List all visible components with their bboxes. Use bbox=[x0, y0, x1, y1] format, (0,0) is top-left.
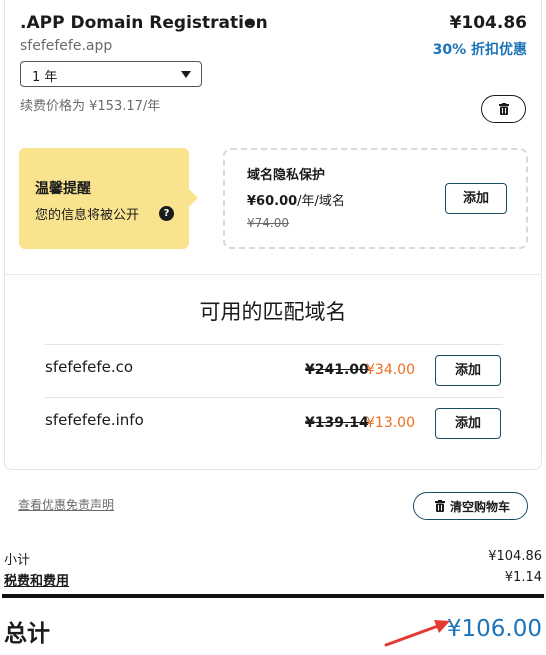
tax-fees-link[interactable]: 税费和费用 bbox=[4, 570, 69, 589]
item-price: ¥104.86 bbox=[449, 13, 527, 33]
discount-badge: 30% 折扣优惠 bbox=[432, 42, 527, 58]
tax-fees-value: ¥1.14 bbox=[504, 570, 542, 585]
reminder-callout: 温馨提醒 您的信息将被公开 ? bbox=[19, 148, 198, 249]
reminder-title: 温馨提醒 bbox=[35, 181, 91, 197]
total-label: 总计 bbox=[4, 621, 50, 647]
privacy-price: ¥60.00 bbox=[247, 194, 298, 209]
available-domains-title: 可用的匹配域名 bbox=[199, 300, 347, 324]
privacy-price-unit: /年/域名 bbox=[297, 194, 345, 209]
privacy-protection-box: 域名隐私保护 ¥60.00/年/域名 ¥74.00 添加 bbox=[223, 148, 528, 249]
privacy-title: 域名隐私保护 bbox=[247, 168, 326, 183]
subtotal-label: 小计 bbox=[4, 553, 31, 568]
trash-icon bbox=[435, 500, 445, 512]
trash-icon bbox=[499, 103, 509, 115]
suggested-domain-price: ¥34.00 bbox=[366, 362, 415, 378]
question-icon[interactable]: ? bbox=[159, 206, 174, 221]
annotation-arrow-icon bbox=[384, 620, 450, 647]
row-divider bbox=[45, 397, 503, 398]
add-domain-button[interactable]: 添加 bbox=[435, 355, 501, 386]
reminder-text: 您的信息将被公开 bbox=[35, 208, 140, 223]
privacy-price-line: ¥60.00/年/域名 bbox=[247, 190, 345, 209]
section-divider bbox=[5, 274, 541, 275]
total-value: ¥106.00 bbox=[446, 616, 542, 642]
remove-item-button[interactable] bbox=[481, 95, 526, 123]
collapse-caret-icon[interactable] bbox=[245, 19, 255, 25]
term-select[interactable]: 1 年 bbox=[20, 61, 202, 87]
disclaimer-link[interactable]: 查看优惠免责声明 bbox=[18, 496, 114, 513]
chevron-down-icon bbox=[181, 71, 191, 78]
add-privacy-button[interactable]: 添加 bbox=[445, 183, 507, 214]
suggested-domain-old-price: ¥241.00 bbox=[305, 362, 369, 378]
clear-cart-label: 清空购物车 bbox=[450, 500, 511, 514]
subtotal-value: ¥104.86 bbox=[488, 549, 542, 564]
privacy-old-price: ¥74.00 bbox=[247, 216, 289, 230]
renewal-price: 续费价格为 ¥153.17/年 bbox=[20, 99, 161, 114]
item-title: .APP Domain Registration bbox=[20, 13, 268, 33]
suggested-domain-price: ¥13.00 bbox=[366, 415, 415, 431]
term-select-value: 1 年 bbox=[32, 70, 58, 85]
row-divider bbox=[45, 344, 503, 345]
add-domain-button[interactable]: 添加 bbox=[435, 408, 501, 439]
suggested-domain-name: sfefefefe.co bbox=[45, 358, 134, 376]
total-divider bbox=[2, 594, 544, 598]
suggested-domain-name: sfefefefe.info bbox=[45, 411, 144, 429]
suggested-domain-old-price: ¥139.14 bbox=[305, 415, 369, 431]
cart-card: .APP Domain Registration ¥104.86 sfefefe… bbox=[4, 0, 542, 470]
clear-cart-button[interactable]: 清空购物车 bbox=[413, 492, 528, 520]
item-domain: sfefefefe.app bbox=[20, 38, 113, 54]
